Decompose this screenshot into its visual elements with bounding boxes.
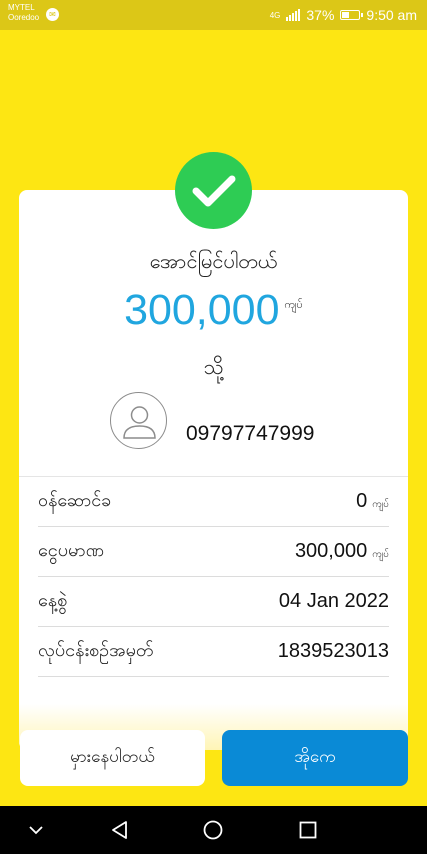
battery-percent: 37%: [306, 7, 335, 23]
user-avatar-icon: [110, 392, 167, 449]
navigation-bar: [0, 806, 427, 854]
back-icon[interactable]: [100, 806, 140, 854]
detail-value: 1839523013: [277, 640, 389, 662]
status-bar: MYTEL Ooredoo ✉ 4G 37% 9:50 am: [0, 0, 427, 30]
recipient-phone: 09797747999: [186, 422, 315, 445]
amount-row: 300,000 ကျပ်: [19, 286, 408, 334]
to-label: သို့: [203, 355, 224, 379]
carrier-label: MYTEL Ooredoo: [8, 3, 40, 22]
receipt-card: အောင်မြင်ပါတယ် 300,000 ကျပ် သို့ 0979774…: [19, 190, 408, 750]
detail-label: ငွေပမာဏ: [38, 540, 104, 561]
detail-unit: ကျပ်: [372, 549, 389, 560]
ok-button[interactable]: အိုကေ: [222, 730, 408, 786]
recents-icon[interactable]: [288, 806, 328, 854]
report-error-button[interactable]: မှားနေပါတယ်: [20, 730, 205, 786]
detail-row-transaction-id: လုပ်ငန်းစဉ်အမှတ် 1839523013: [38, 627, 389, 677]
detail-row-amount: ငွေပမာဏ 300,000 ကျပ်: [38, 527, 389, 577]
detail-row-date: နေ့စွဲ 04 Jan 2022: [38, 577, 389, 627]
signal-icon: [286, 9, 301, 21]
clock: 9:50 am: [366, 7, 417, 23]
success-title: အောင်မြင်ပါတယ်: [149, 249, 278, 273]
detail-row-fee: ဝန်ဆောင်ခ 0 ကျပ်: [38, 477, 389, 527]
detail-unit: ကျပ်: [372, 499, 389, 510]
detail-value: 0 ကျပ်: [356, 490, 389, 512]
network-type-label: 4G: [269, 10, 281, 20]
detail-label: လုပ်ငန်းစဉ်အမှတ်: [38, 640, 154, 661]
detail-label: နေ့စွဲ: [38, 590, 68, 611]
detail-label: ဝန်ဆောင်ခ: [38, 490, 112, 511]
transaction-details: ဝန်ဆောင်ခ 0 ကျပ် ငွေပမာဏ 300,000 ကျပ် နေ…: [38, 477, 389, 677]
success-check-icon: [175, 152, 252, 229]
messenger-icon: ✉: [46, 8, 59, 21]
chevron-down-icon[interactable]: [20, 806, 52, 854]
amount-unit: ကျပ်: [284, 298, 303, 311]
battery-icon: [340, 10, 364, 20]
detail-value: 04 Jan 2022: [278, 590, 389, 612]
home-icon[interactable]: [193, 806, 233, 854]
amount-value: 300,000: [124, 286, 280, 334]
status-indicators: 4G 37% 9:50 am: [270, 6, 417, 24]
detail-value: 300,000 ကျပ်: [294, 540, 389, 562]
